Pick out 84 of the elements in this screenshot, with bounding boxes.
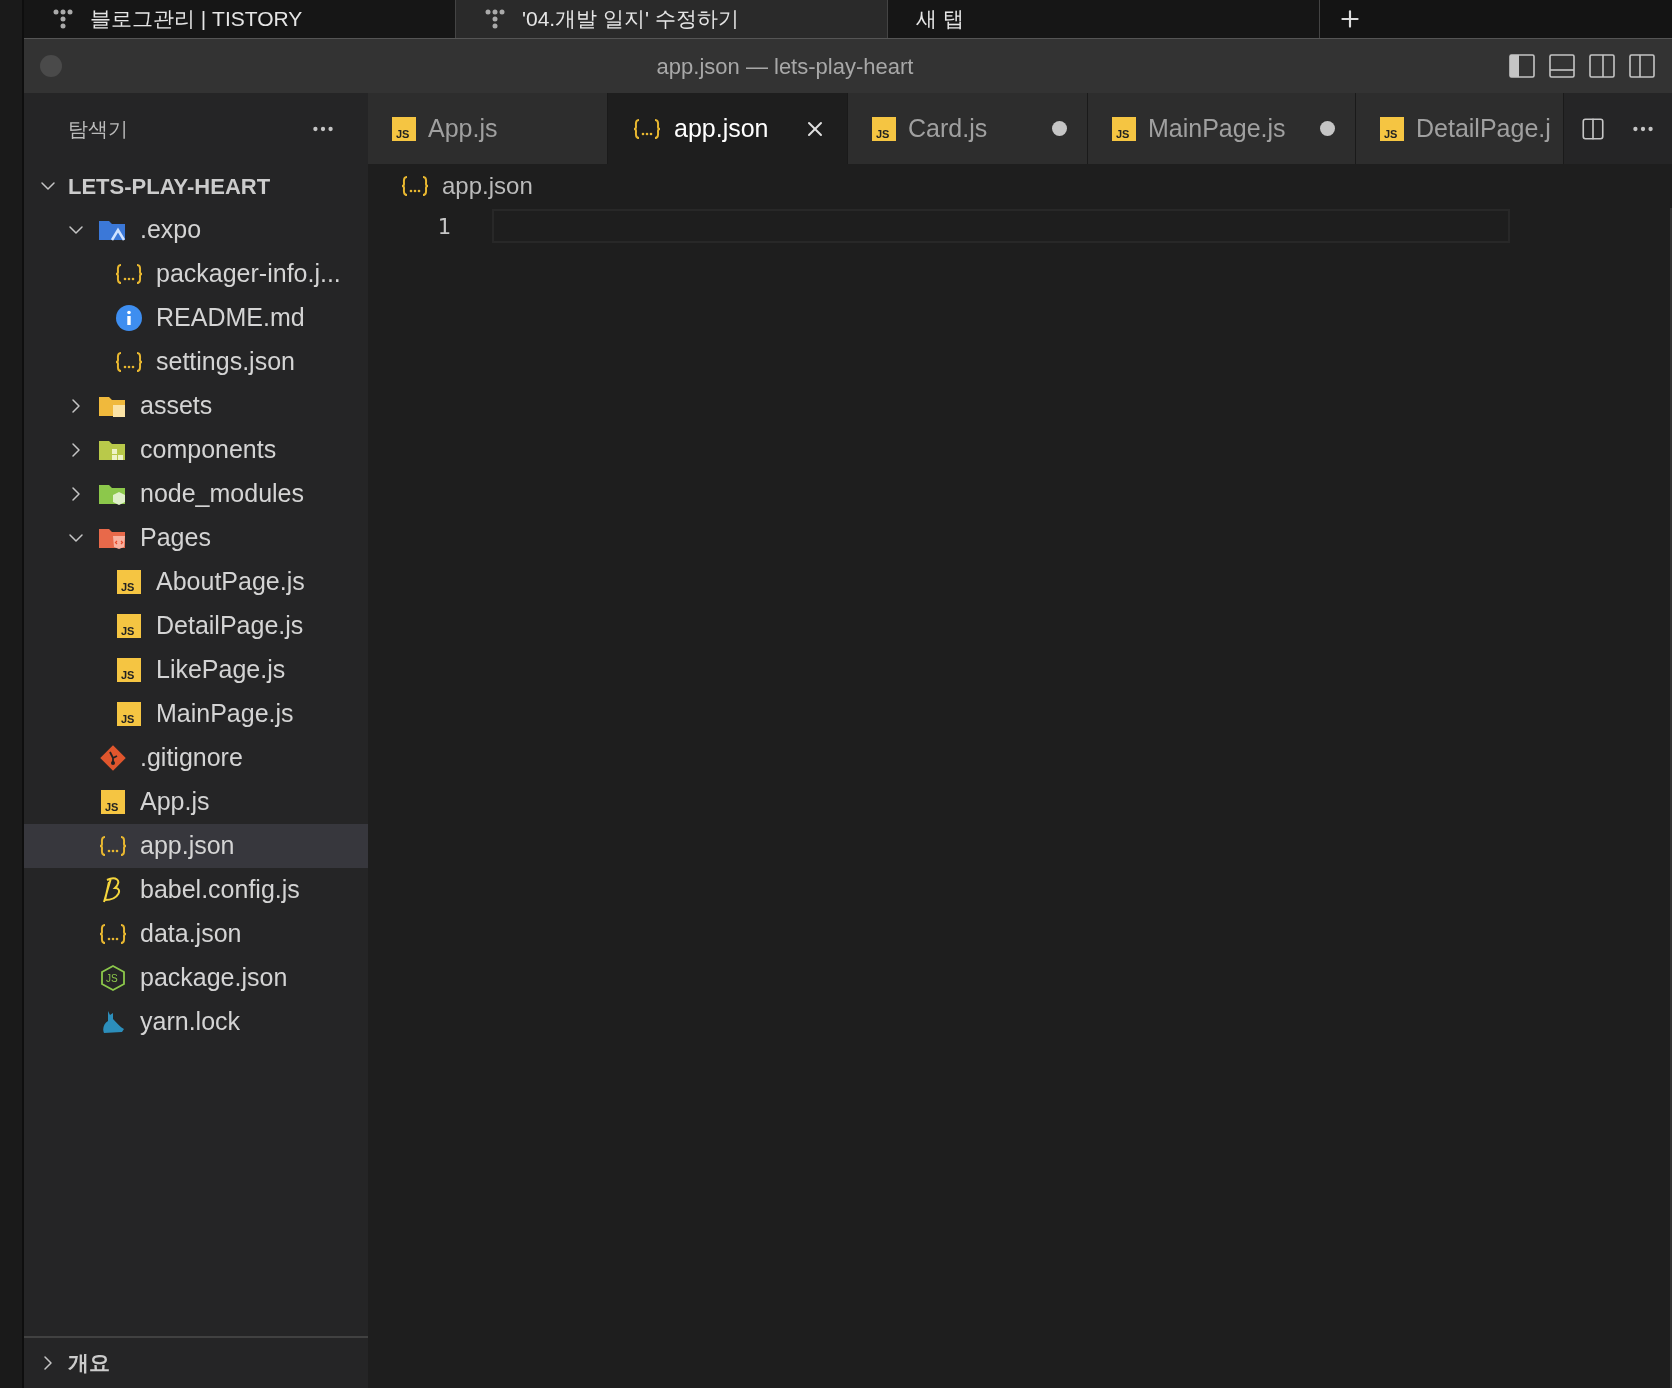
file-item[interactable]: yarn.lock [24, 1000, 368, 1044]
hexagon-js-icon: JS [99, 964, 127, 992]
editor-tab[interactable]: JS App.js [368, 93, 608, 164]
browser-tab-title: 새 탭 [916, 6, 964, 33]
js-file-icon: JS [1380, 116, 1404, 141]
file-item[interactable]: JS LikePage.js [24, 648, 368, 692]
info-icon [116, 305, 142, 331]
item-label: .expo [140, 214, 202, 246]
folder-item[interactable]: .expo [24, 208, 368, 252]
cat-icon [100, 1009, 126, 1035]
item-label: package.json [140, 962, 288, 994]
folder-icon [98, 218, 128, 242]
folder-item[interactable]: assets [24, 384, 368, 428]
item-label: settings.json [156, 346, 295, 378]
item-label: App.js [140, 786, 210, 818]
file-item[interactable]: JS App.js [24, 780, 368, 824]
secondary-sidebar-icon[interactable] [1588, 52, 1616, 80]
item-label: app.json [140, 830, 235, 862]
braces-icon [98, 834, 128, 858]
braces-icon [114, 262, 144, 286]
item-label: components [140, 434, 277, 466]
js-file-icon: JS [101, 790, 125, 814]
folder-item[interactable]: node_modules [24, 472, 368, 516]
folder-icon [98, 526, 128, 550]
braces-icon [98, 922, 128, 946]
browser-tab-title: '04.개발 일지' 수정하기 [522, 6, 739, 33]
folder-icon [98, 438, 128, 462]
item-label: data.json [140, 918, 242, 950]
favicon-icon [52, 9, 74, 29]
js-file-icon: JS [117, 570, 141, 594]
item-label: MainPage.js [156, 698, 294, 730]
file-item[interactable]: JS package.json [24, 956, 368, 1000]
outline-title: 개요 [68, 1350, 110, 1377]
file-item[interactable]: packager-info.j... [24, 252, 368, 296]
folder-icon [98, 394, 128, 418]
file-item[interactable]: app.json [24, 824, 368, 868]
item-label: DetailPage.js [156, 610, 304, 642]
editor-tab[interactable]: JS MainPage.js [1088, 93, 1356, 164]
item-label: babel.config.js [140, 874, 300, 906]
file-item[interactable]: .gitignore [24, 736, 368, 780]
js-file-icon: JS [117, 658, 141, 682]
browser-tab[interactable]: '04.개발 일지' 수정하기 [456, 0, 888, 38]
sidebar-toggle-icon[interactable] [1508, 52, 1536, 80]
js-file-icon: JS [117, 614, 141, 638]
editor-tab[interactable]: JS DetailPage.j [1356, 93, 1564, 164]
layout-icon[interactable] [1628, 52, 1656, 80]
item-label: assets [140, 390, 213, 422]
js-file-icon: JS [117, 702, 141, 726]
item-label: README.md [156, 302, 305, 334]
item-label: node_modules [140, 478, 304, 510]
file-item[interactable]: data.json [24, 912, 368, 956]
file-item[interactable]: README.md [24, 296, 368, 340]
file-item[interactable]: JS DetailPage.js [24, 604, 368, 648]
item-label: .gitignore [140, 742, 243, 774]
braces-icon [114, 350, 144, 374]
panel-toggle-icon[interactable] [1548, 52, 1576, 80]
file-item[interactable]: JS MainPage.js [24, 692, 368, 736]
browser-tab-title: 블로그관리 | TISTORY [90, 6, 303, 33]
js-file-icon: JS [872, 116, 896, 141]
sidebar-title: 탐색기 [68, 116, 128, 142]
file-item[interactable]: settings.json [24, 340, 368, 384]
item-label: yarn.lock [140, 1006, 241, 1038]
item-label: LikePage.js [156, 654, 286, 686]
folder-item[interactable]: components [24, 428, 368, 472]
split-editor-icon[interactable] [1580, 115, 1606, 142]
braces-icon [632, 116, 662, 141]
breadcrumb[interactable]: app.json [442, 168, 533, 204]
file-item[interactable]: JS AboutPage.js [24, 560, 368, 604]
project-header[interactable]: LETS-PLAY-HEART [24, 164, 368, 208]
item-label: Pages [140, 522, 211, 554]
item-label: AboutPage.js [156, 566, 305, 598]
project-title: LETS-PLAY-HEART [68, 172, 271, 201]
js-file-icon: JS [392, 116, 416, 141]
line-number: 1 [437, 212, 451, 241]
item-label: packager-info.j... [156, 258, 341, 290]
braces-icon [400, 174, 430, 198]
folder-icon [98, 482, 128, 506]
file-item[interactable]: babel.config.js [24, 868, 368, 912]
editor-tab[interactable]: JS Card.js [848, 93, 1088, 164]
folder-item[interactable]: Pages [24, 516, 368, 560]
window-title: app.json — lets-play-heart [655, 52, 915, 81]
editor-tab[interactable]: app.json [608, 93, 848, 164]
js-file-icon: JS [1112, 116, 1136, 141]
favicon-icon [484, 9, 506, 29]
